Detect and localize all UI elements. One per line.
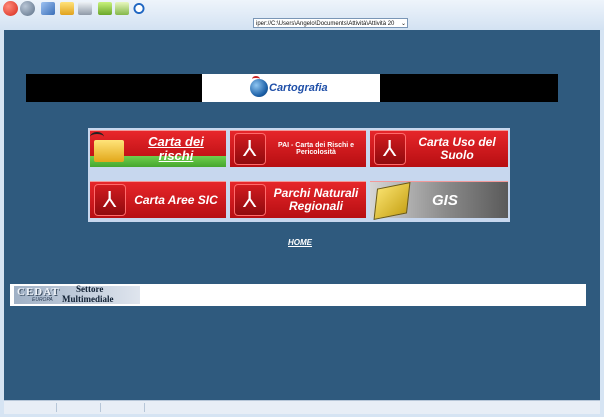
status-bar (4, 400, 600, 414)
status-cell (100, 403, 145, 412)
carta-uso-suolo-button[interactable]: Carta Uso del Suolo (370, 130, 508, 167)
carta-aree-sic-button[interactable]: Carta Aree SIC (90, 181, 226, 218)
home-link[interactable]: HOME (288, 238, 312, 247)
tile-label: GIS (432, 192, 458, 209)
search-icon[interactable] (132, 2, 146, 15)
gis-button[interactable]: GIS (370, 181, 508, 220)
edit-icon[interactable] (41, 2, 55, 15)
print-icon[interactable] (78, 2, 92, 15)
logo-multimediale-text: Multimediale (62, 294, 114, 304)
cedat-logo: CEDAT EUROPA Settore Multimediale (14, 284, 140, 304)
folder-open-icon[interactable] (60, 2, 74, 15)
pdf-icon (374, 133, 406, 165)
map-icon (373, 182, 411, 220)
tile-label: PAI - Carta dei Rischi e Pericolosità (277, 141, 355, 156)
page-title: Cartografia (269, 82, 328, 94)
folder-icon (90, 132, 124, 162)
tile-label: Carta dei rischi (148, 134, 204, 163)
address-bar[interactable]: iper://C:\Users\Angelo\Documents\Attivit… (253, 18, 408, 28)
banner-title-area: Cartografia (202, 74, 380, 102)
pdf-icon (94, 184, 126, 216)
browser-toolbar: iper://C:\Users\Angelo\Documents\Attivit… (0, 0, 604, 30)
tile-label: Parchi Naturali Regionali (273, 186, 359, 213)
status-cell (56, 403, 101, 412)
open-book-icon[interactable] (115, 2, 129, 15)
parchi-naturali-regionali-button[interactable]: Parchi Naturali Regionali (230, 181, 366, 218)
carta-dei-rischi-button[interactable]: Carta dei rischi (90, 130, 226, 167)
pdf-icon (234, 184, 266, 216)
tile-label: Carta Uso del Suolo (418, 135, 496, 162)
globe-icon (250, 76, 268, 97)
logo-settore-text: Settore (76, 284, 104, 294)
chevron-down-icon[interactable]: ⌄ (401, 19, 406, 27)
back-icon[interactable] (3, 1, 18, 16)
book-icon[interactable] (98, 2, 112, 15)
map-menu-grid: Carta dei rischi PAI - Carta dei Rischi … (88, 128, 510, 222)
status-cell (144, 403, 189, 412)
address-text: iper://C:\Users\Angelo\Documents\Attivit… (256, 21, 395, 27)
header-banner: Cartografia (26, 74, 558, 102)
pdf-icon (234, 133, 266, 165)
pai-carta-rischi-button[interactable]: PAI - Carta dei Rischi e Pericolosità (230, 130, 366, 167)
forward-icon[interactable] (20, 1, 35, 16)
page-content: Cartografia Carta dei rischi PAI - Carta… (4, 30, 600, 400)
logo-europa-text: EUROPA (32, 297, 53, 303)
footer-bar: CEDAT EUROPA Settore Multimediale (10, 284, 586, 306)
tile-label: Carta Aree SIC (134, 192, 218, 207)
